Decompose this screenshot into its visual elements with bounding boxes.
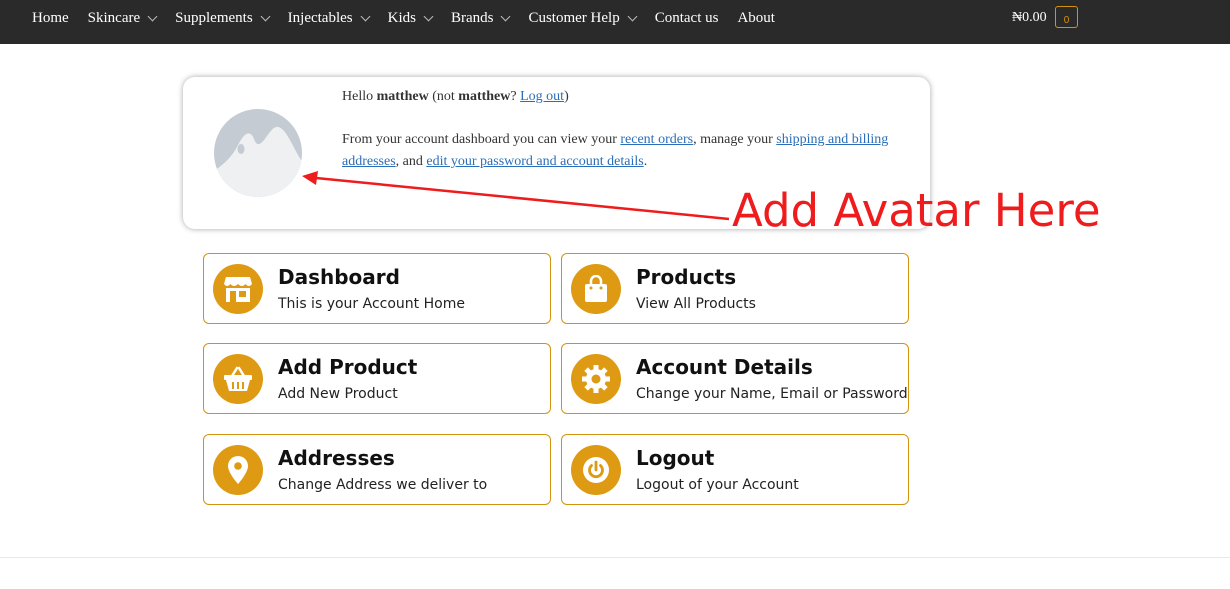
tile-subtitle: This is your Account Home bbox=[278, 296, 465, 312]
store-icon bbox=[213, 264, 263, 314]
gear-icon bbox=[571, 354, 621, 404]
tile-subtitle: Change Address we deliver to bbox=[278, 477, 488, 493]
dashboard-tile[interactable]: Dashboard This is your Account Home bbox=[203, 253, 551, 324]
add-product-tile[interactable]: Add Product Add New Product bbox=[203, 343, 551, 414]
power-icon bbox=[571, 445, 621, 495]
logout-tile[interactable]: Logout Logout of your Account bbox=[561, 434, 909, 505]
tile-title: Addresses bbox=[278, 446, 395, 470]
tile-subtitle: Add New Product bbox=[278, 386, 398, 402]
annotation-text: Add Avatar Here bbox=[732, 184, 1101, 237]
account-details-tile[interactable]: Account Details Change your Name, Email … bbox=[561, 343, 909, 414]
products-tile[interactable]: Products View All Products bbox=[561, 253, 909, 324]
basket-icon bbox=[213, 354, 263, 404]
tile-subtitle: Logout of your Account bbox=[636, 477, 799, 493]
map-pin-icon bbox=[213, 445, 263, 495]
tile-subtitle: View All Products bbox=[636, 296, 756, 312]
tile-title: Dashboard bbox=[278, 265, 400, 289]
addresses-tile[interactable]: Addresses Change Address we deliver to bbox=[203, 434, 551, 505]
tile-title: Add Product bbox=[278, 355, 418, 379]
tile-title: Products bbox=[636, 265, 737, 289]
tile-title: Logout bbox=[636, 446, 715, 470]
tile-subtitle: Change your Name, Email or Password bbox=[636, 386, 908, 402]
shopping-bag-icon bbox=[571, 264, 621, 314]
footer-divider bbox=[0, 557, 1230, 558]
tile-title: Account Details bbox=[636, 355, 813, 379]
